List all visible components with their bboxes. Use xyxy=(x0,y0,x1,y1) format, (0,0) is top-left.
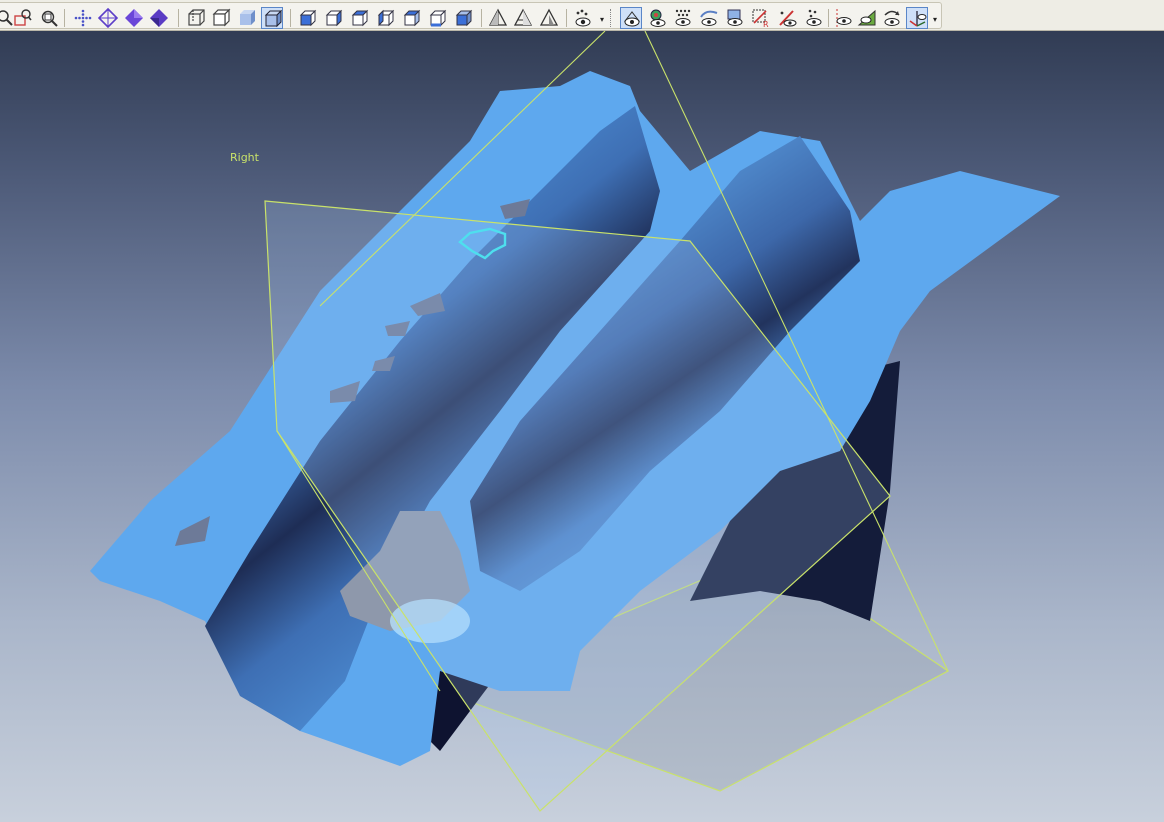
show-sections-icon[interactable] xyxy=(856,7,878,29)
toolbar-separator xyxy=(290,9,291,27)
overflow-chevron-icon[interactable]: ▾ xyxy=(931,15,939,25)
svg-text:R: R xyxy=(763,20,769,29)
toolbar-separator xyxy=(64,9,65,27)
wireframe-icon[interactable] xyxy=(185,7,207,29)
show-mesh-icon[interactable] xyxy=(646,7,668,29)
zoom-fit-icon[interactable] xyxy=(38,7,60,29)
main-toolbar: ▾ R ▾ xyxy=(0,0,1164,31)
visibility-icon[interactable] xyxy=(572,7,594,29)
view-front-icon[interactable] xyxy=(297,7,319,29)
toolbar-separator xyxy=(178,9,179,27)
show-points-icon[interactable] xyxy=(672,7,694,29)
toolbar-separator xyxy=(566,9,567,27)
view-left-icon[interactable] xyxy=(349,7,371,29)
view-bottom-icon[interactable] xyxy=(427,7,449,29)
shaded-icon[interactable] xyxy=(236,7,258,29)
rotate-icon[interactable] xyxy=(97,7,119,29)
view-right-icon[interactable] xyxy=(375,7,397,29)
scan-scene xyxy=(90,31,1060,812)
zoom-rect-icon[interactable] xyxy=(12,7,34,29)
shaded-edges-icon[interactable] xyxy=(261,7,283,29)
view-top-icon[interactable] xyxy=(401,7,423,29)
show-reference-icon[interactable]: R xyxy=(750,7,772,29)
view-center-icon[interactable] xyxy=(123,7,145,29)
show-curves-icon[interactable] xyxy=(698,7,720,29)
show-planes-icon[interactable] xyxy=(832,7,854,29)
pan-icon[interactable] xyxy=(72,7,94,29)
view-iso-icon[interactable] xyxy=(453,7,475,29)
show-coords-icon[interactable] xyxy=(906,7,928,29)
toolbar-grip[interactable] xyxy=(610,9,614,27)
overflow-chevron-icon[interactable]: ▾ xyxy=(598,15,606,25)
3d-viewport[interactable]: Right xyxy=(0,31,1164,822)
show-all-icon[interactable] xyxy=(620,7,642,29)
plane-label[interactable]: Right xyxy=(230,151,259,164)
hidden-line-icon[interactable] xyxy=(210,7,232,29)
toolbar-separator xyxy=(828,9,829,27)
show-features-icon[interactable] xyxy=(776,7,798,29)
show-normals-icon[interactable] xyxy=(881,7,903,29)
section-icon[interactable] xyxy=(512,7,534,29)
view-align-icon[interactable] xyxy=(148,7,170,29)
show-surfaces-icon[interactable] xyxy=(724,7,746,29)
show-dimensions-icon[interactable] xyxy=(802,7,824,29)
clip-plane-icon[interactable] xyxy=(487,7,509,29)
mirror-icon[interactable] xyxy=(538,7,560,29)
view-back-icon[interactable] xyxy=(323,7,345,29)
toolbar-strip: ▾ R ▾ xyxy=(0,2,942,29)
toolbar-separator xyxy=(481,9,482,27)
